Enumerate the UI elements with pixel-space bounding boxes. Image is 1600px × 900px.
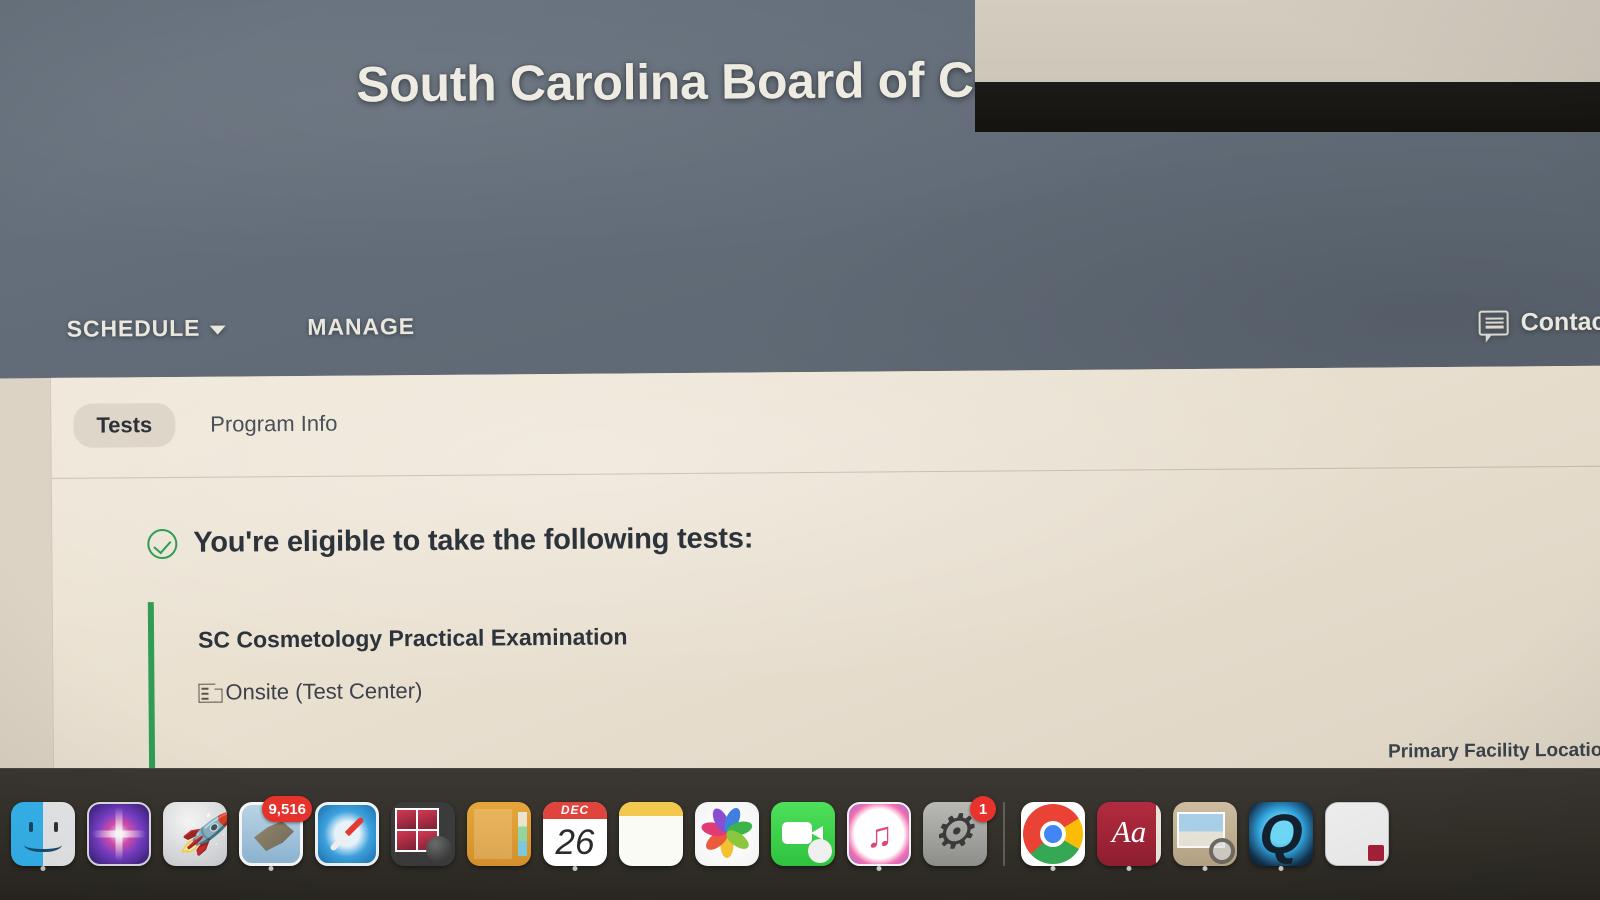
notes-icon — [619, 802, 683, 866]
dock-item-photos[interactable] — [690, 796, 764, 872]
mail-badge-count: 9,516 — [262, 796, 312, 822]
page-body: Tests Program Info You're eligible to ta… — [0, 365, 1600, 797]
check-circle-icon — [147, 528, 178, 559]
main-navigation: SCHEDULE MANAGE — [0, 302, 1600, 379]
dock-item-contacts[interactable] — [462, 796, 536, 872]
system-preferences-badge-count: 1 — [970, 796, 996, 822]
finder-icon — [11, 802, 75, 866]
tab-program-info[interactable]: Program Info — [187, 401, 361, 446]
tab-bar: Tests Program Info — [51, 366, 1600, 448]
dock-item-itunes[interactable]: ♫ — [842, 796, 916, 872]
dock-item-facetime[interactable] — [766, 796, 840, 872]
test-card-accent-bar — [147, 602, 156, 778]
test-delivery-mode: Onsite (Test Center) — [198, 669, 1600, 706]
quicktime-icon: Q — [1249, 802, 1313, 866]
test-title: SC Cosmetology Practical Examination — [197, 623, 628, 653]
nav-item-schedule[interactable]: SCHEDULE — [63, 313, 230, 345]
tab-tests[interactable]: Tests — [73, 402, 176, 448]
macos-dock: 🚀 9,516 DEC 26 ♫ ⚙ 1 Aa Q — [0, 768, 1600, 900]
eligibility-banner: You're eligible to take the following te… — [147, 522, 753, 560]
contact-us-link[interactable]: Contact Us — [1478, 307, 1600, 337]
primary-facility-location-label: Primary Facility Location — [1387, 739, 1600, 763]
dock-item-notes[interactable] — [614, 796, 688, 872]
nav-item-manage[interactable]: MANAGE — [303, 311, 419, 343]
launchpad-rocket-icon: 🚀 — [163, 802, 227, 866]
nav-item-schedule-label: SCHEDULE — [66, 314, 201, 342]
dock-item-dictionary[interactable]: Aa — [1092, 796, 1166, 872]
dock-item-minimized-window[interactable] — [1320, 796, 1394, 872]
calendar-month: DEC — [543, 802, 607, 819]
dock-item-safari[interactable] — [310, 796, 384, 872]
building-icon — [198, 683, 216, 703]
dock-separator — [1003, 802, 1005, 866]
calendar-day: 26 — [555, 823, 595, 862]
dock-item-siri[interactable] — [82, 796, 156, 872]
chrome-icon — [1021, 802, 1085, 866]
safari-compass-icon — [315, 802, 379, 866]
dock-item-finder[interactable] — [6, 796, 80, 872]
calendar-icon: DEC 26 — [543, 802, 607, 866]
contacts-book-icon — [467, 802, 531, 866]
dock-item-preview[interactable] — [1168, 796, 1242, 872]
siri-icon — [87, 802, 151, 866]
speech-bubble-icon — [1478, 310, 1509, 336]
contact-us-label: Contact Us — [1520, 307, 1600, 337]
dock-item-quicktime[interactable]: Q — [1244, 796, 1318, 872]
test-delivery-label: Onsite (Test Center) — [225, 678, 423, 705]
photo-booth-icon — [391, 802, 455, 866]
preview-icon — [1173, 802, 1237, 866]
chevron-down-icon — [209, 325, 226, 335]
dictionary-icon: Aa — [1097, 802, 1161, 866]
eligibility-heading: You're eligible to take the following te… — [193, 522, 754, 559]
dock-item-system-preferences[interactable]: ⚙ 1 — [918, 796, 996, 872]
dock-item-calendar[interactable]: DEC 26 — [538, 796, 612, 872]
facetime-icon — [771, 802, 835, 866]
itunes-music-note-icon: ♫ — [847, 802, 911, 866]
content-card: Tests Program Info You're eligible to ta… — [51, 365, 1600, 797]
dock-item-chrome[interactable] — [1016, 796, 1090, 872]
tab-divider — [51, 465, 1600, 479]
minimized-window-thumbnail — [1325, 802, 1389, 866]
dock-item-photobooth[interactable] — [386, 796, 460, 872]
photos-pinwheel-icon — [695, 802, 759, 866]
tab-program-info-label: Program Info — [210, 410, 338, 437]
photographed-screen: South Carolina Board of Cosmetology SCHE… — [0, 0, 1600, 900]
tab-tests-label: Tests — [96, 412, 153, 438]
nav-item-manage-label: MANAGE — [307, 313, 416, 340]
dock-background-window — [975, 0, 1600, 132]
test-card[interactable]: SC Cosmetology Practical Examination Ons… — [147, 591, 1600, 778]
dock-item-launchpad[interactable]: 🚀 — [158, 796, 232, 872]
dock-item-mail[interactable]: 9,516 — [234, 796, 312, 872]
